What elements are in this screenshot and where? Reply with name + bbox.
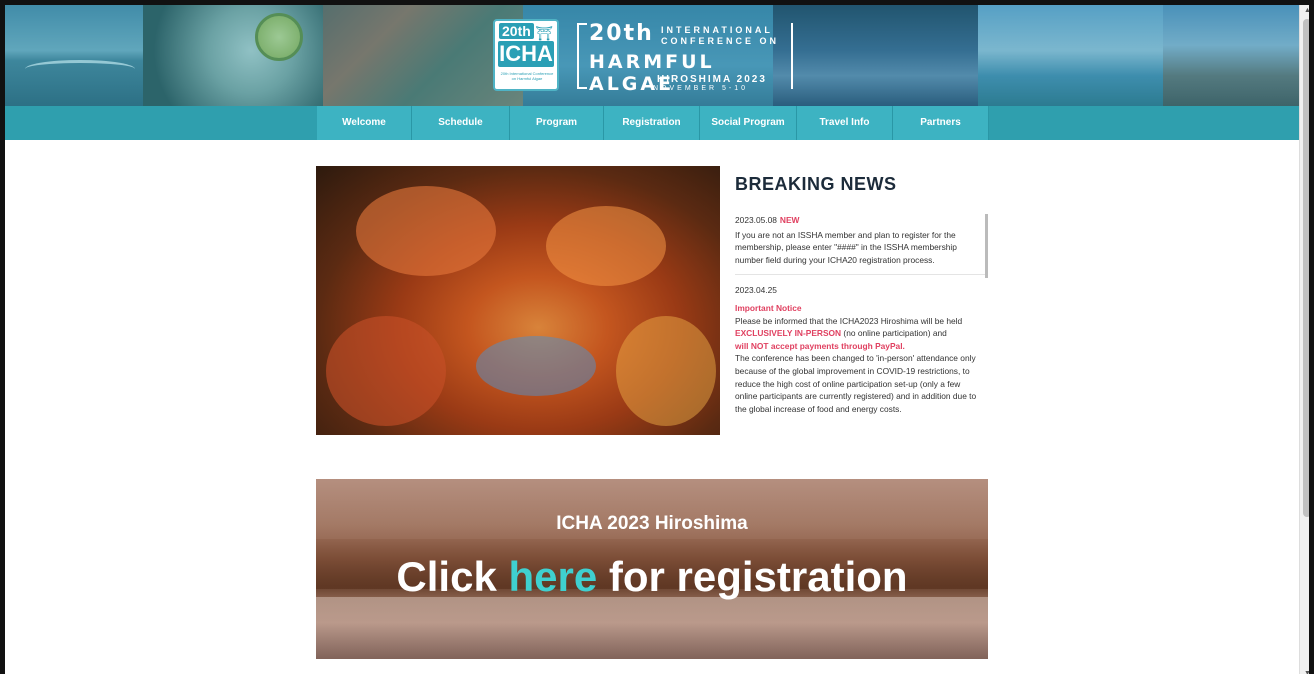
news-date: 2023.04.25	[735, 285, 777, 296]
nav-partners[interactable]: Partners	[893, 106, 989, 140]
header-banner: 20th ⛩ ICHA 20th International Conferenc…	[5, 5, 1299, 106]
nav-schedule[interactable]: Schedule	[412, 106, 510, 140]
nav-travel-info[interactable]: Travel Info	[797, 106, 893, 140]
scroll-down-arrow-icon[interactable]: ▼	[1304, 670, 1309, 674]
nav-welcome[interactable]: Welcome	[317, 106, 412, 140]
news-heading: Important Notice	[735, 302, 802, 313]
news-text: If you are not an ISSHA member and plan …	[735, 229, 957, 265]
browser-viewport: 20th ⛩ ICHA 20th International Conferenc…	[0, 0, 1314, 674]
conf-place: HIROSHIMA 2023	[657, 74, 767, 85]
news-scroll-panel[interactable]: 2023.05.08 NEW If you are not an ISSHA me…	[735, 214, 988, 436]
banner-photo-dome	[1163, 5, 1299, 106]
news-emphasis: EXCLUSIVELY IN-PERSON	[735, 328, 842, 339]
registration-subtitle: ICHA 2023 Hiroshima	[556, 513, 748, 534]
conf-number: 20th	[589, 21, 654, 46]
breaking-news: BREAKING NEWS 2023.05.08 NEW If you are n…	[735, 166, 988, 414]
banner-photo-city-night	[773, 5, 978, 106]
news-date: 2023.05.08	[735, 215, 777, 225]
logo-badge: 20th	[499, 23, 534, 39]
registration-cta: Click here for registration	[396, 553, 908, 600]
main-nav: Welcome Schedule Program Registration So…	[317, 106, 989, 140]
autumn-maple-photo	[316, 166, 720, 435]
news-title: BREAKING NEWS	[735, 174, 897, 194]
registration-banner[interactable]: ICHA 2023 Hiroshima Click here for regis…	[316, 479, 988, 659]
news-scroll-thumb[interactable]	[985, 214, 988, 278]
torii-gate-icon: ⛩	[535, 25, 553, 41]
banner-photo-hotel	[978, 5, 1163, 106]
nav-social-program[interactable]: Social Program	[700, 106, 797, 140]
banner-photo-oyster	[143, 5, 323, 106]
news-text: The conference has been changed to 'in-p…	[735, 353, 977, 414]
logo-name: ICHA	[498, 41, 554, 67]
icha-logo: 20th ⛩ ICHA 20th International Conferenc…	[493, 19, 559, 91]
scrollbar-thumb[interactable]	[1303, 19, 1309, 517]
news-divider	[735, 274, 988, 276]
page-scrollbar[interactable]: ▲ ▼	[1299, 5, 1309, 674]
news-entry: 2023.04.25 Important Notice Please be in…	[735, 284, 988, 415]
nav-program[interactable]: Program	[510, 106, 604, 140]
banner-photo-bay	[5, 5, 143, 106]
news-emphasis: will NOT accept payments through PayPal.	[735, 340, 905, 351]
scroll-up-arrow-icon[interactable]: ▲	[1304, 7, 1309, 14]
news-entry: 2023.05.08 NEW If you are not an ISSHA me…	[735, 214, 988, 266]
logo-small-text: 20th International Conference on Harmful…	[500, 71, 554, 81]
conf-intl: INTERNATIONAL CONFERENCE ON	[661, 25, 780, 46]
registration-link[interactable]: here	[508, 553, 597, 600]
conference-logo[interactable]: 20th ⛩ ICHA 20th International Conferenc…	[493, 19, 793, 99]
conf-dates: NOVEMBER 5-10	[653, 85, 749, 92]
nav-registration[interactable]: Registration	[604, 106, 700, 140]
main-navbar: Welcome Schedule Program Registration So…	[5, 106, 1299, 140]
new-badge: NEW	[779, 215, 800, 225]
